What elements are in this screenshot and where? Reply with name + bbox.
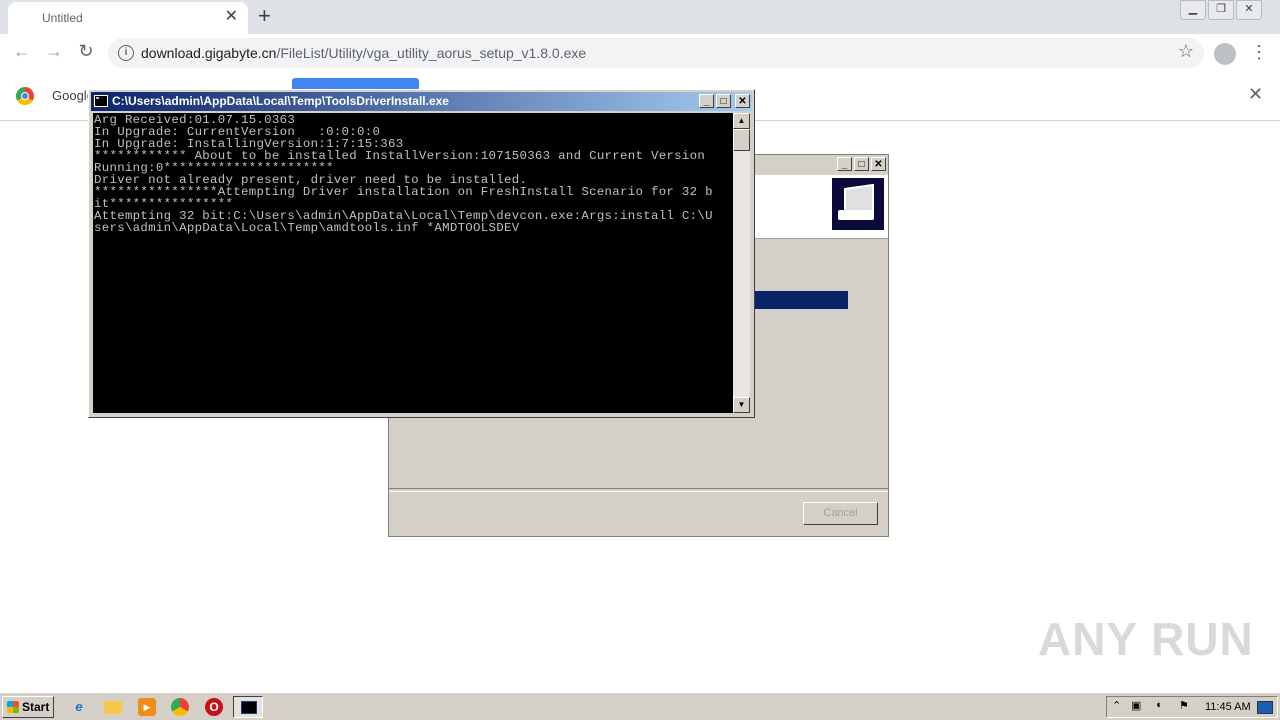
tab-untitled[interactable]: Untitled ✕ [8,2,248,34]
browser-toolbar: ← → ↻ i download.gigabyte.cn/FileList/Ut… [0,34,1280,73]
internet-explorer-icon[interactable]: e [70,698,88,716]
url-text[interactable]: download.gigabyte.cn/FileList/Utility/vg… [141,45,586,61]
console-title: C:\Users\admin\AppData\Local\Temp\ToolsD… [112,94,449,108]
media-player-icon[interactable]: ▶ [138,698,156,716]
chrome-taskbar-icon[interactable] [171,698,189,716]
installer-window-controls: _ □ ✕ [837,157,886,171]
menu-icon[interactable]: ⋮ [1250,42,1268,63]
console-window-controls: _ □ ✕ [699,94,750,108]
taskbar-console-button[interactable] [233,696,263,718]
system-tray: ⌃ ▣ ◖ ⚑ 11:45 AM [1106,696,1278,718]
new-tab-button[interactable]: + [258,4,271,28]
browser-tab-strip: Untitled ✕ + ▁ ❐ ✕ [0,0,1280,34]
taskbar: Start e ▶ O ⌃ ▣ ◖ ⚑ 11:45 AM [0,692,1280,720]
installer-divider [389,488,888,492]
url-host: download.gigabyte.cn [141,45,277,61]
clock[interactable]: 11:45 AM [1205,701,1251,713]
window-controls: ▁ ❐ ✕ [1180,0,1262,20]
infobar-close-icon[interactable]: ✕ [1248,84,1263,105]
url-path: /FileList/Utility/vga_utility_aorus_setu… [276,45,587,61]
scroll-thumb[interactable] [733,129,750,151]
tray-expand-icon[interactable]: ⌃ [1112,699,1121,712]
opera-icon[interactable]: O [205,698,223,716]
info-icon[interactable]: i [118,45,134,61]
profile-avatar[interactable] [1214,43,1236,65]
network-icon[interactable]: ▣ [1131,699,1141,712]
console-window: C:\Users\admin\AppData\Local\Temp\ToolsD… [88,89,755,418]
back-button[interactable]: ← [10,41,34,62]
console-maximize-button[interactable]: □ [716,94,731,108]
installer-close-button[interactable]: ✕ [871,157,886,171]
console-output-area[interactable]: Arg Received:01.07.15.0363 In Upgrade: C… [93,113,733,413]
installer-maximize-button[interactable]: □ [854,157,869,171]
console-minimize-button[interactable]: _ [699,94,714,108]
console-scrollbar[interactable]: ▲ ▼ [733,113,750,413]
start-button[interactable]: Start [2,696,54,718]
close-window-button[interactable]: ✕ [1236,0,1262,20]
console-close-button[interactable]: ✕ [735,94,750,108]
tab-close-icon[interactable]: ✕ [225,8,238,26]
console-app-icon[interactable] [94,95,108,107]
address-bar[interactable]: i download.gigabyte.cn/FileList/Utility/… [108,38,1204,68]
folder-icon[interactable] [104,701,122,714]
tab-title: Untitled [42,11,83,25]
setup-computer-icon [832,178,884,230]
show-desktop-icon[interactable] [1257,701,1273,714]
action-center-flag-icon[interactable]: ⚑ [1179,699,1189,712]
console-titlebar[interactable]: C:\Users\admin\AppData\Local\Temp\ToolsD… [91,92,752,111]
cancel-button[interactable]: Cancel [803,502,878,525]
minimize-button[interactable]: ▁ [1180,0,1206,20]
windows-flag-icon [7,701,19,713]
scroll-up-button[interactable]: ▲ [733,113,750,129]
console-output-text: Arg Received:01.07.15.0363 In Upgrade: C… [94,113,713,235]
start-label: Start [22,700,50,714]
installer-minimize-button[interactable]: _ [837,157,852,171]
reload-button[interactable]: ↻ [74,41,98,62]
bookmark-star-icon[interactable]: ☆ [1178,41,1194,62]
chrome-logo-icon [16,87,34,105]
scroll-down-button[interactable]: ▼ [733,397,750,413]
volume-icon[interactable]: ◖ [1155,699,1162,711]
restore-button[interactable]: ❐ [1208,0,1234,20]
forward-button[interactable]: → [42,41,66,62]
anyrun-watermark: ANY RUN [1038,613,1254,665]
